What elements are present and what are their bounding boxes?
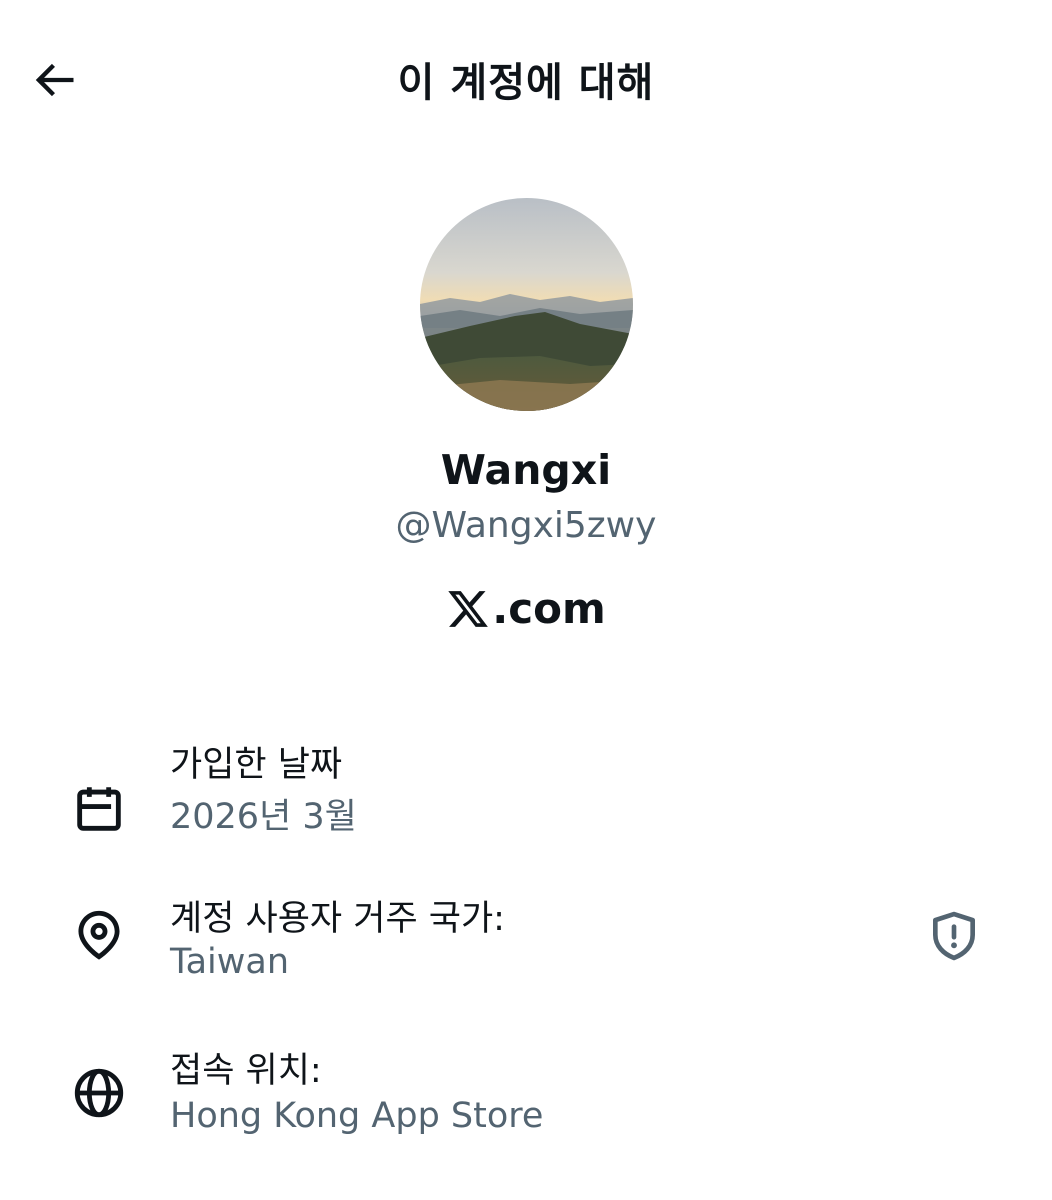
calendar-icon (70, 780, 128, 838)
country-row: 계정 사용자 거주 국가: Taiwan (0, 886, 1052, 1006)
country-info-button[interactable] (922, 904, 986, 968)
avatar-image (420, 198, 633, 411)
connected-via-label: 접속 위치: (170, 1051, 322, 1091)
about-account-page: 이 계정에 대해 Wangxi @Wangxi5zwy .com 가입한 날짜 … (0, 0, 1052, 1200)
brand-label: .com (0, 584, 1052, 633)
username-handle: @Wangxi5zwy (395, 505, 657, 546)
country-value: Taiwan (170, 942, 290, 982)
location-pin-icon (70, 906, 128, 964)
page-title: 이 계정에 대해 (397, 60, 655, 106)
connected-via-value: Hong Kong App Store (170, 1096, 544, 1136)
display-name: Wangxi (440, 446, 612, 494)
shield-alert-icon (933, 911, 975, 961)
country-label: 계정 사용자 거주 국가: (170, 899, 505, 939)
globe-icon (70, 1064, 128, 1122)
brand-domain: .com (492, 584, 606, 633)
joined-date-label: 가입한 날짜 (170, 745, 343, 785)
joined-date-row: 가입한 날짜 2026년 3월 (0, 730, 1052, 850)
connected-via-row: 접속 위치: Hong Kong App Store (0, 1040, 1052, 1160)
avatar[interactable] (420, 198, 633, 411)
joined-date-value: 2026년 3월 (170, 797, 357, 837)
x-logo-icon (448, 590, 489, 627)
